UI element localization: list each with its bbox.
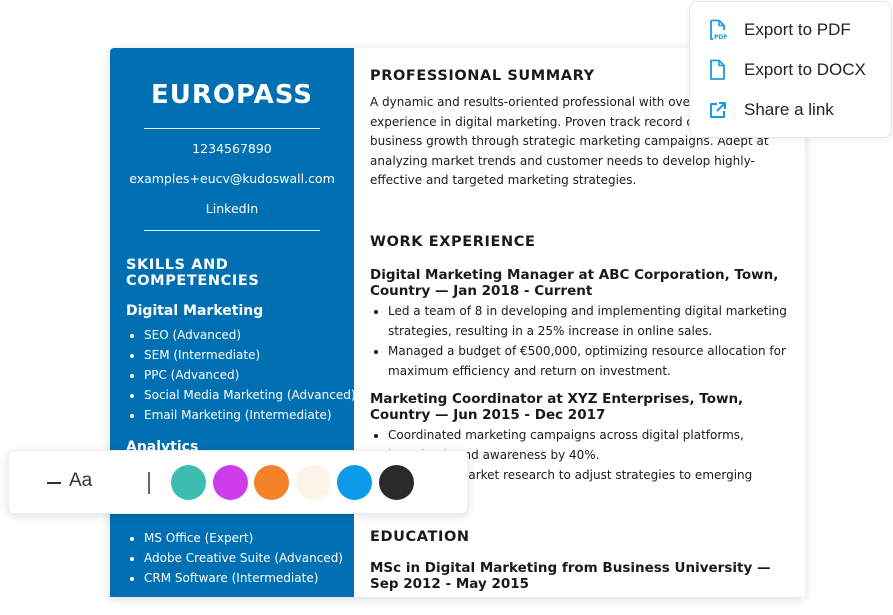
color-swatch-black[interactable] (379, 465, 414, 500)
job-bullet: Managed a budget of €500,000, optimizing… (388, 341, 789, 381)
contact-info: 1234567890 examples+eucv@kudoswall.com L… (126, 134, 338, 224)
svg-text:PDF: PDF (714, 34, 727, 41)
resume-sidebar: EUROPASS 1234567890 examples+eucv@kudosw… (110, 48, 356, 597)
divider (144, 230, 320, 231)
skill-list: MS Office (Expert) Adobe Creative Suite … (126, 528, 343, 588)
contact-phone: 1234567890 (192, 141, 272, 156)
skill-list: SEO (Advanced) SEM (Intermediate) PPC (A… (126, 325, 356, 425)
job-bullets: Led a team of 8 in developing and implem… (370, 301, 789, 381)
export-docx-item[interactable]: Export to DOCX (690, 50, 891, 90)
color-swatch-blue[interactable] (337, 465, 372, 500)
skill-item: Adobe Creative Suite (Advanced) (144, 548, 343, 568)
skills-title: SKILLS AND COMPETENCIES (126, 257, 260, 289)
work-title: WORK EXPERIENCE (370, 233, 536, 250)
pdf-file-icon: PDF (710, 19, 727, 41)
color-swatch-magenta[interactable] (213, 465, 248, 500)
job-title: Digital Marketing Manager at ABC Corpora… (370, 266, 779, 299)
toolbar-separator (148, 472, 150, 494)
skill-item: SEM (Intermediate) (144, 345, 338, 365)
skill-item: PPC (Advanced) (144, 365, 338, 385)
export-menu: PDF Export to PDF Export to DOCX Share a… (689, 1, 892, 138)
color-swatch-teal[interactable] (171, 465, 206, 500)
external-link-icon (710, 102, 726, 118)
skill-item: Social Media Marketing (Advanced) (144, 385, 356, 405)
file-icon (710, 59, 725, 80)
share-link-label: Share a link (744, 100, 834, 119)
export-pdf-label: Export to PDF (744, 20, 851, 39)
contact-email: examples+eucv@kudoswall.com (129, 171, 335, 186)
export-docx-label: Export to DOCX (744, 60, 866, 79)
job-title: Marketing Coordinator at XYZ Enterprises… (370, 390, 744, 423)
skill-item: MS Office (Expert) (144, 528, 343, 548)
skill-item: Email Marketing (Intermediate) (144, 405, 338, 425)
share-link-item[interactable]: Share a link (690, 90, 891, 130)
resume-name: EUROPASS (150, 80, 314, 110)
color-swatch-cream[interactable] (296, 465, 331, 500)
skill-item: SEO (Advanced) (144, 325, 338, 345)
color-swatch-orange[interactable] (254, 465, 289, 500)
job-bullet: Led a team of 8 in developing and implem… (388, 301, 789, 341)
education-item: MSc in Digital Marketing from Business U… (370, 559, 771, 592)
export-pdf-item[interactable]: PDF Export to PDF (690, 10, 891, 50)
education-title: EDUCATION (370, 528, 470, 545)
style-toolbar: Aa (8, 450, 468, 514)
skill-group-title: Digital Marketing (126, 303, 264, 319)
divider (144, 128, 320, 129)
font-size-button[interactable]: Aa (69, 470, 92, 492)
skill-item: CRM Software (Intermediate) (144, 568, 343, 588)
contact-linkedin: LinkedIn (205, 201, 259, 216)
decrease-font-icon[interactable] (47, 482, 61, 484)
